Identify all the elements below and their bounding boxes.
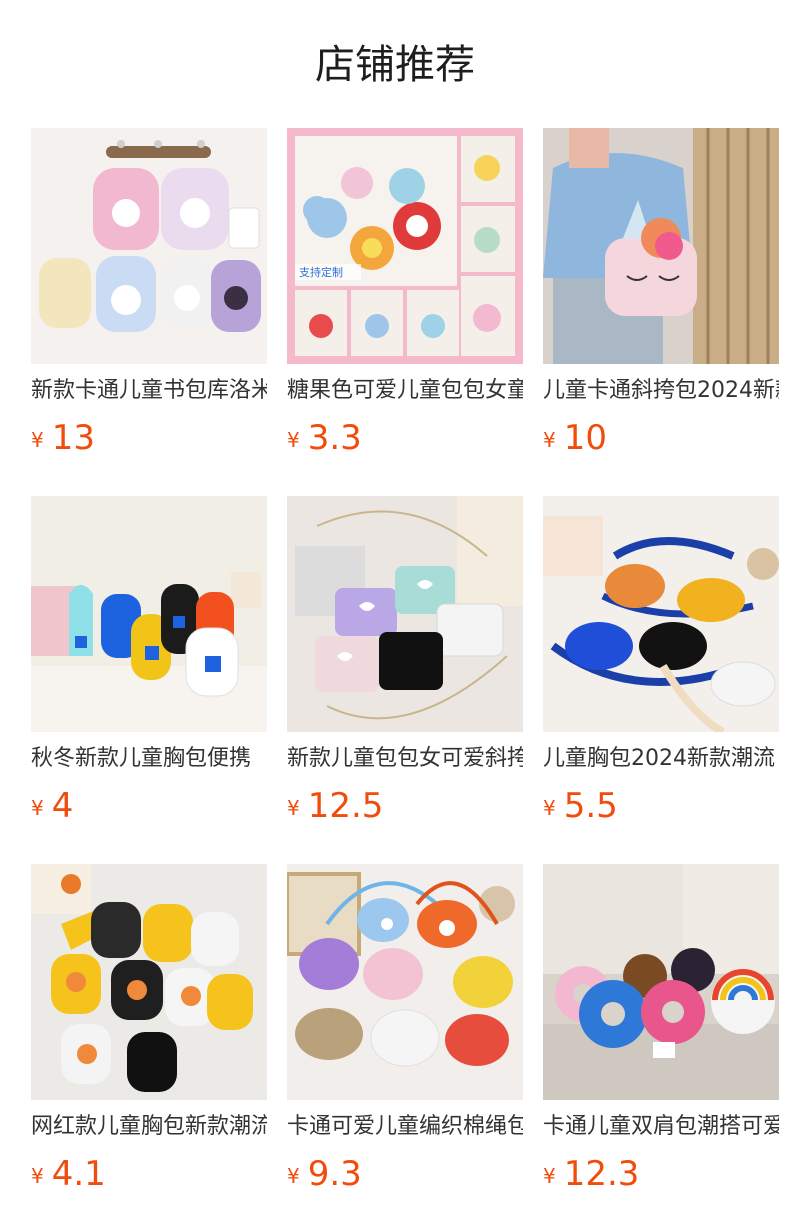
price-value: 9.3: [307, 1154, 362, 1194]
currency-symbol: ¥: [287, 1164, 300, 1188]
product-price: ¥5.5: [543, 784, 618, 828]
currency-symbol: ¥: [543, 1164, 556, 1188]
price-value: 12.3: [563, 1154, 640, 1194]
price-value: 12.5: [307, 786, 384, 826]
currency-symbol: ¥: [31, 796, 44, 820]
currency-symbol: ¥: [287, 796, 300, 820]
product-name[interactable]: 卡通儿童双肩包潮搭可爱: [543, 1110, 779, 1144]
product-price: ¥12.5: [287, 784, 383, 828]
currency-symbol: ¥: [543, 796, 556, 820]
product-card[interactable]: 网红款儿童胸包新款潮流 ¥4.1: [31, 864, 267, 1194]
product-name[interactable]: 儿童卡通斜挎包2024新款: [543, 374, 779, 408]
product-card[interactable]: 新款卡通儿童书包库洛米 ¥13: [31, 128, 267, 458]
product-price: ¥12.3: [543, 1152, 639, 1196]
flower-bag-image[interactable]: 支持定制: [287, 128, 523, 364]
product-name[interactable]: 新款儿童包包女可爱斜挎: [287, 742, 523, 776]
product-name[interactable]: 卡通可爱儿童编织棉绳包: [287, 1110, 523, 1144]
price-value: 4.1: [51, 1154, 106, 1194]
product-card[interactable]: 秋冬新款儿童胸包便携 ¥4: [31, 496, 267, 826]
custom-badge-text: 支持定制: [299, 265, 343, 279]
price-value: 10: [563, 418, 607, 458]
backpack-collection-image[interactable]: [31, 128, 267, 364]
product-name[interactable]: 糖果色可爱儿童包包女童: [287, 374, 523, 408]
quilted-bag-image[interactable]: [287, 496, 523, 732]
product-name[interactable]: 儿童胸包2024新款潮流: [543, 742, 779, 776]
product-card[interactable]: 支持定制 糖果色可爱儿童包包女童 ¥3.3: [287, 128, 523, 458]
product-card[interactable]: 卡通儿童双肩包潮搭可爱 ¥12.3: [543, 864, 779, 1194]
product-price: ¥13: [31, 416, 95, 460]
currency-symbol: ¥: [31, 1164, 44, 1188]
product-price: ¥4: [31, 784, 73, 828]
product-card[interactable]: 儿童卡通斜挎包2024新款 ¥10: [543, 128, 779, 458]
product-name[interactable]: 网红款儿童胸包新款潮流: [31, 1110, 267, 1144]
product-name[interactable]: 秋冬新款儿童胸包便携: [31, 742, 267, 776]
shop-recommendation-page: 店铺推荐 新款卡通儿童书包库洛米 ¥ 13 支持定制 糖果色可爱儿童包包女童 ¥…: [0, 0, 790, 1232]
price-value: 5.5: [563, 786, 618, 826]
currency-symbol: ¥: [31, 428, 44, 452]
product-price: ¥3.3: [287, 416, 362, 460]
chest-bag-image[interactable]: [31, 496, 267, 732]
price-value: 3.3: [307, 418, 362, 458]
product-price: ¥10: [543, 416, 607, 460]
price-value: 4: [51, 786, 74, 826]
product-name[interactable]: 新款卡通儿童书包库洛米: [31, 374, 267, 408]
product-price: ¥9.3: [287, 1152, 362, 1196]
product-card[interactable]: 新款儿童包包女可爱斜挎 ¥12.5: [287, 496, 523, 826]
cartoon-chest-bag-image[interactable]: [31, 864, 267, 1100]
price-value: 13: [51, 418, 95, 458]
product-grid: 新款卡通儿童书包库洛米 ¥13 支持定制 糖果色可爱儿童包包女童 ¥ 3.3 儿…: [31, 128, 779, 1194]
currency-symbol: ¥: [287, 428, 300, 452]
product-price: ¥4.1: [31, 1152, 106, 1196]
donut-backpack-image[interactable]: [543, 864, 779, 1100]
section-title: 店铺推荐: [315, 42, 475, 88]
unicorn-bag-image[interactable]: [543, 128, 779, 364]
currency-symbol: ¥: [543, 428, 556, 452]
woven-bag-image[interactable]: [287, 864, 523, 1100]
product-card[interactable]: 卡通可爱儿童编织棉绳包 ¥9.3: [287, 864, 523, 1194]
waist-bag-image[interactable]: [543, 496, 779, 732]
product-card[interactable]: 儿童胸包2024新款潮流 ¥5.5: [543, 496, 779, 826]
